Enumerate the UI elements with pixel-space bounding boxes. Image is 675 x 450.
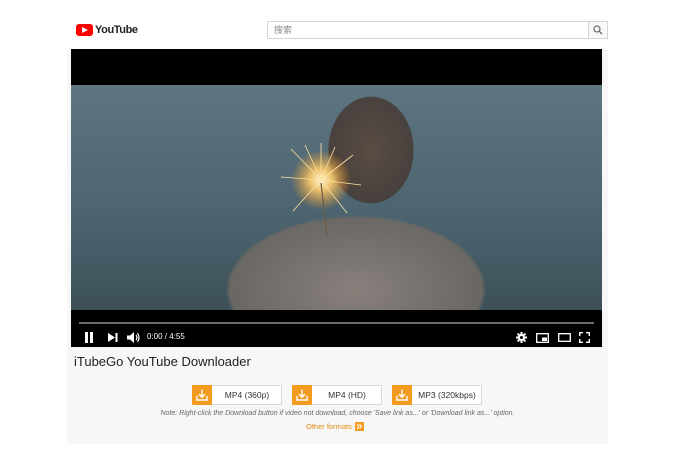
- other-formats-label: Other formats: [306, 422, 352, 431]
- sparkler-graphic: [280, 143, 362, 235]
- miniplayer-button[interactable]: [535, 331, 549, 344]
- fullscreen-button[interactable]: [578, 331, 590, 344]
- progress-bar[interactable]: [79, 322, 594, 324]
- download-label: MP4 (360p): [224, 390, 270, 400]
- download-label: MP3 (320kbps): [418, 390, 476, 400]
- pause-button[interactable]: [83, 331, 95, 344]
- youtube-header: YouTube 搜索: [67, 8, 608, 51]
- pause-icon: [85, 332, 93, 343]
- fullscreen-icon: [578, 332, 590, 343]
- download-mp4-hd-button[interactable]: MP4 (HD): [292, 385, 382, 405]
- video-frame[interactable]: [71, 85, 602, 310]
- double-chevron-right-icon: [354, 422, 364, 431]
- search-icon: [593, 25, 603, 35]
- skip-next-icon: [108, 333, 118, 342]
- download-mp4-360p-button[interactable]: MP4 (360p): [192, 385, 282, 405]
- volume-icon: [126, 332, 140, 343]
- miniplayer-icon: [535, 332, 549, 343]
- downloader-title: iTubeGo YouTube Downloader: [74, 354, 251, 369]
- video-player[interactable]: 0:00 / 4:55: [71, 49, 602, 347]
- search-button[interactable]: [589, 21, 608, 39]
- search-input[interactable]: 搜索: [267, 21, 589, 39]
- download-icon: [292, 385, 312, 405]
- download-icon: [392, 385, 412, 405]
- theater-mode-icon: [557, 333, 571, 342]
- download-icon: [192, 385, 212, 405]
- other-formats-link[interactable]: Other formats: [306, 422, 364, 431]
- youtube-logo[interactable]: YouTube: [76, 23, 138, 37]
- settings-button[interactable]: [515, 331, 527, 344]
- player-controls: 0:00 / 4:55: [71, 310, 602, 347]
- download-mp3-320kbps-button[interactable]: MP3 (320kbps): [392, 385, 482, 405]
- logo-text: YouTube: [95, 24, 138, 36]
- youtube-play-icon: [76, 24, 93, 36]
- download-note: Note: Right-click the Download button if…: [160, 410, 515, 417]
- theater-mode-button[interactable]: [557, 331, 571, 344]
- gear-icon: [515, 332, 527, 343]
- time-display: 0:00 / 4:55: [147, 332, 185, 341]
- volume-button[interactable]: [126, 331, 140, 344]
- download-label: MP4 (HD): [328, 390, 366, 400]
- next-button[interactable]: [107, 331, 119, 344]
